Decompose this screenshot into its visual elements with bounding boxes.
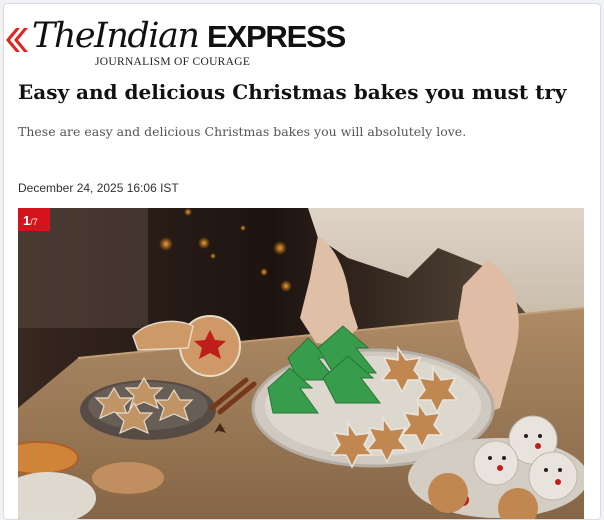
article-headline: Easy and delicious Christmas bakes you m… <box>18 80 567 104</box>
article-dateline: December 24, 2025 16:06 IST <box>18 181 179 195</box>
masthead-logo[interactable]: The Indian EXPRESS JOURNALISM OF COURAGE <box>4 16 364 72</box>
logo-word-indian: Indian <box>94 16 200 56</box>
christmas-cookies-photo <box>18 208 584 519</box>
gallery-counter-badge: 1/7 <box>18 208 50 231</box>
gallery-total-count: 7 <box>32 217 38 227</box>
logo-word-the: The <box>32 16 96 56</box>
logo-tagline: JOURNALISM OF COURAGE <box>95 56 251 68</box>
article-subhead: These are easy and delicious Christmas b… <box>18 124 467 139</box>
gallery-photo[interactable]: 1/7 <box>18 208 584 519</box>
ie-stripes-icon <box>6 28 28 52</box>
logo-word-express: EXPRESS <box>207 19 346 54</box>
article-card: The Indian EXPRESS JOURNALISM OF COURAGE… <box>3 3 601 520</box>
